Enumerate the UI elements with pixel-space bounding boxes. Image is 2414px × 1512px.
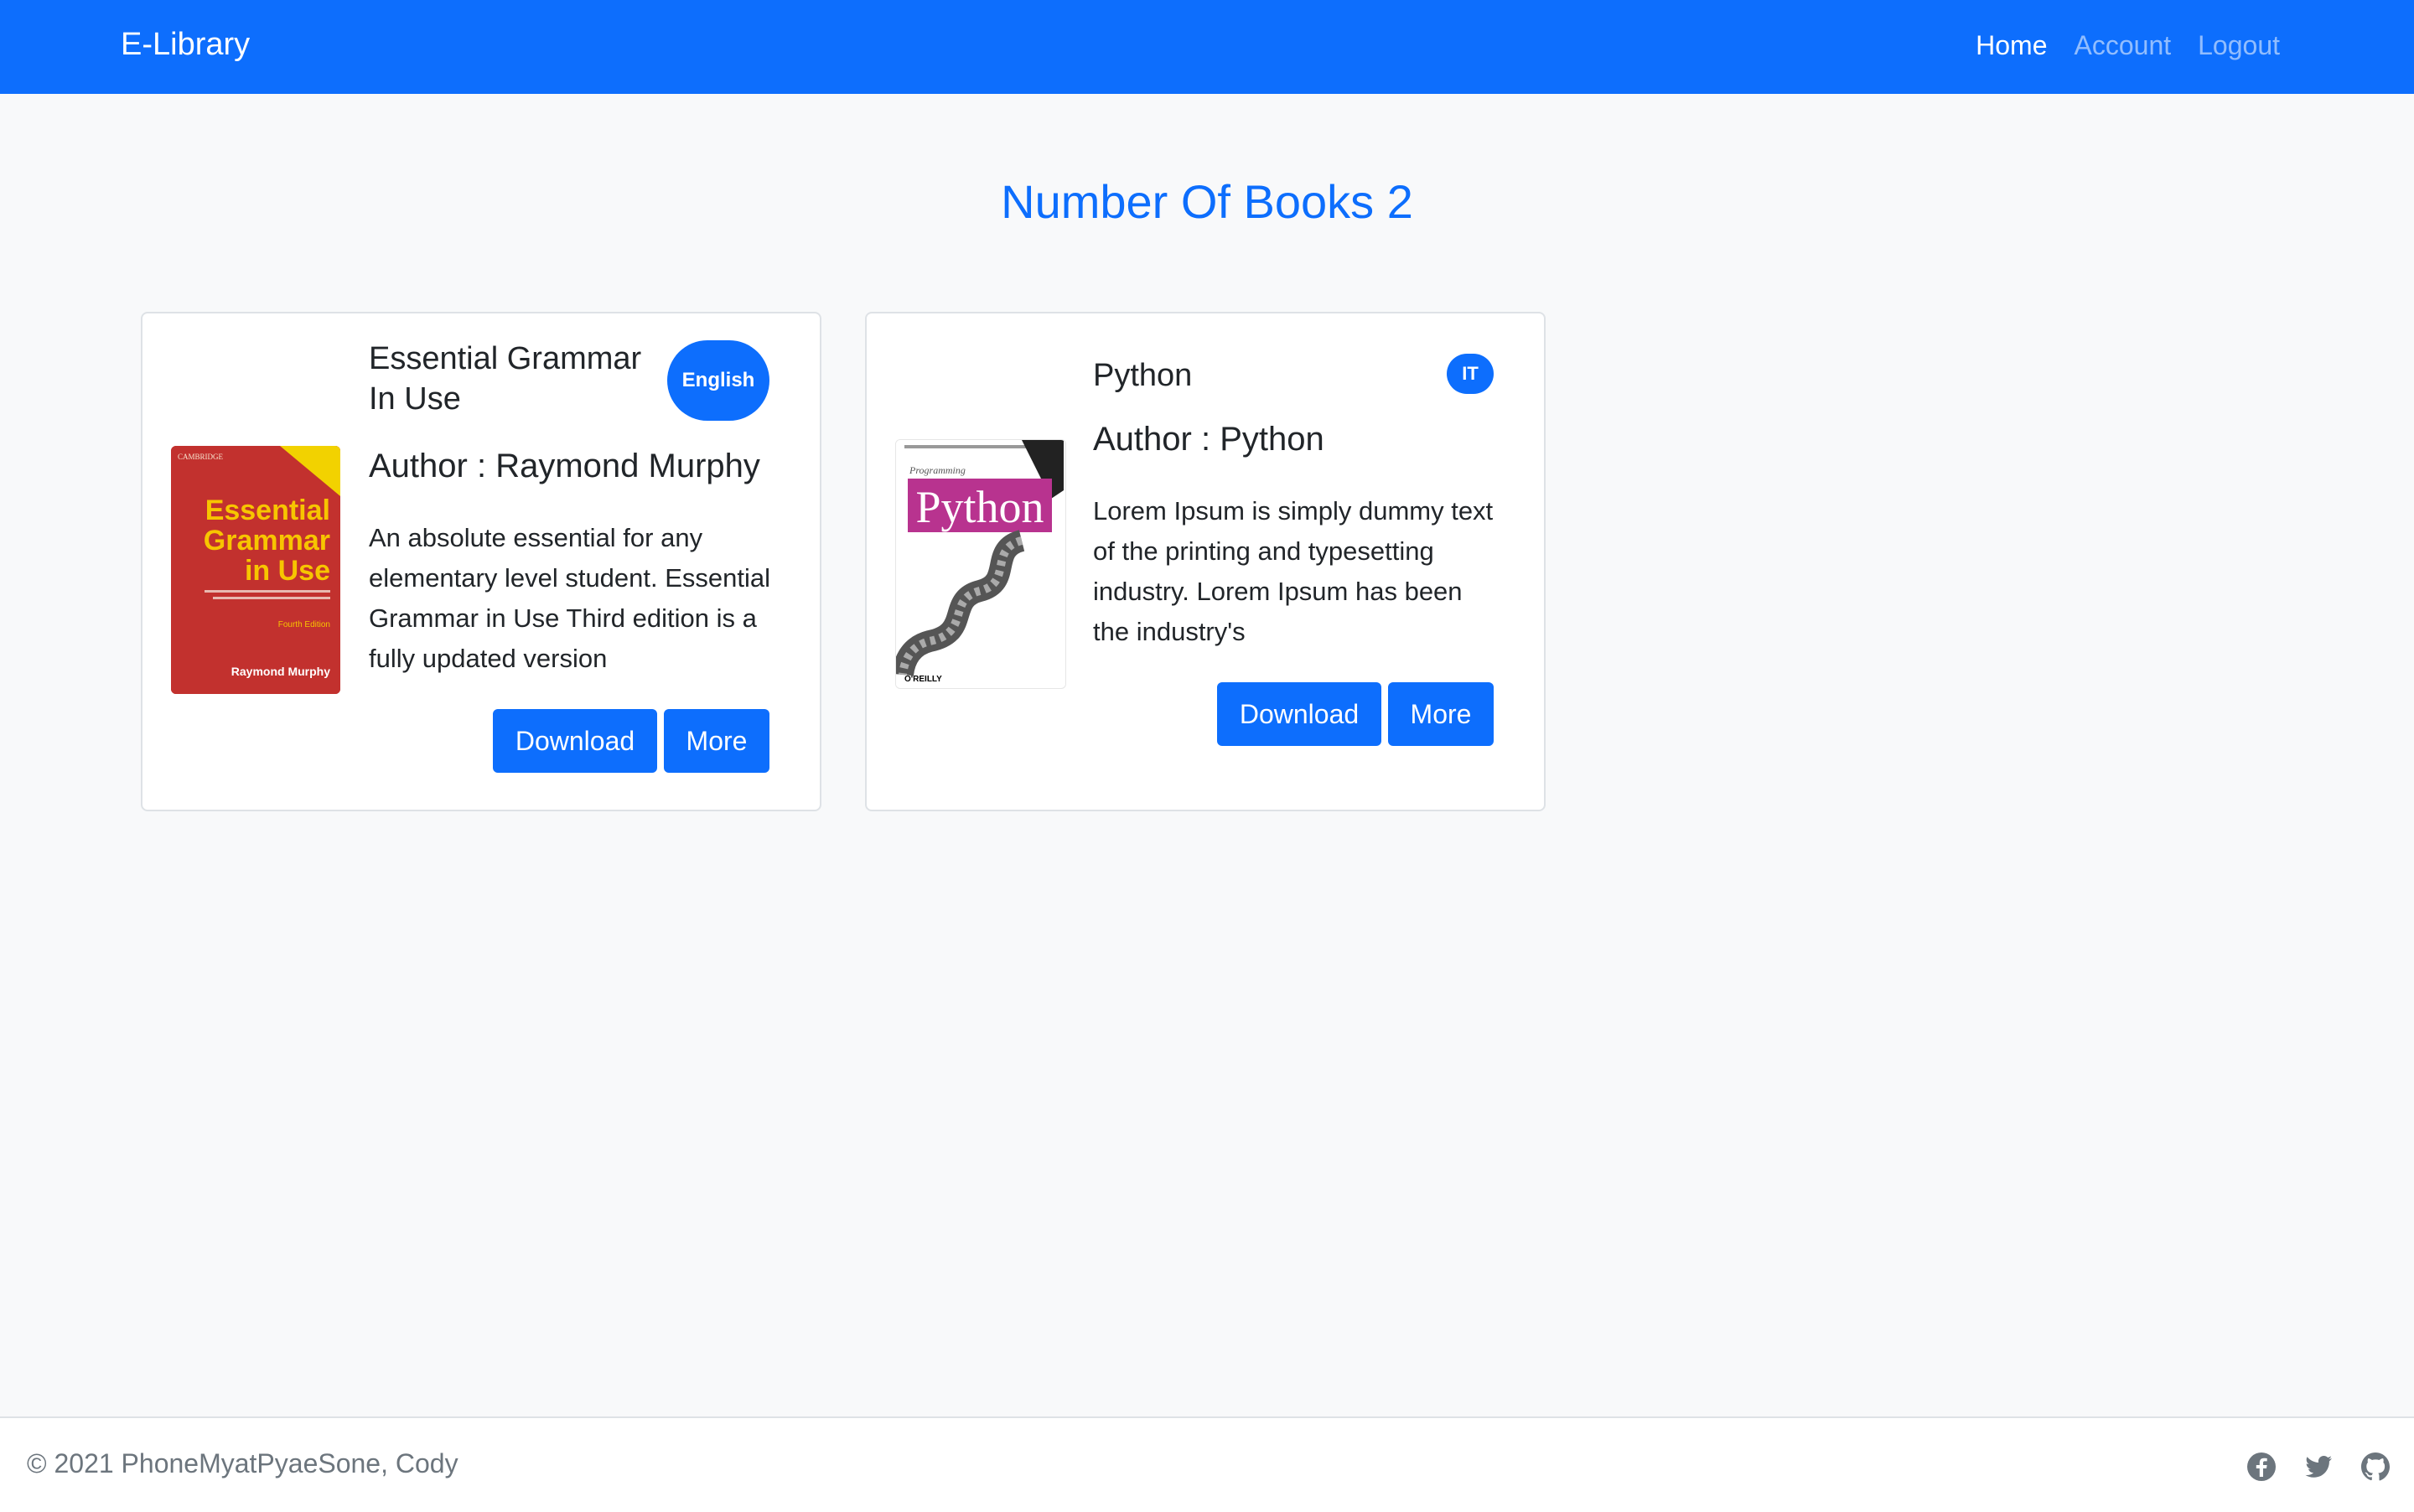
more-button[interactable]: More [664, 709, 769, 773]
category-badge: English [667, 340, 769, 421]
nav-account[interactable]: Account [2075, 30, 2172, 61]
footer: © 2021 PhoneMyatPyaeSone, Cody [0, 1416, 2414, 1512]
book-author: Author : Raymond Murphy [369, 448, 760, 484]
brand-logo[interactable]: E-Library [121, 27, 250, 63]
download-button[interactable]: Download [1217, 682, 1381, 746]
nav-logout[interactable]: Logout [2198, 30, 2280, 61]
github-icon[interactable] [2360, 1452, 2391, 1482]
more-button[interactable]: More [1388, 682, 1494, 746]
cover-publisher: CAMBRIDGE [178, 453, 224, 461]
cover-edition: Fourth Edition [278, 620, 330, 629]
book-description: An absolute essential for any elementary… [369, 523, 771, 673]
cover-publisher: O'REILLY [904, 675, 942, 684]
book-description: Lorem Ipsum is simply dummy text of the … [1093, 496, 1494, 646]
book-card: Programming Python O'REILLY Python IT Au… [865, 312, 1546, 811]
cover-title-line1: Essential [205, 495, 330, 526]
cover-title-line3: in Use [245, 555, 330, 587]
facebook-icon[interactable] [2246, 1452, 2277, 1482]
book-title: Python [1093, 358, 1193, 393]
navbar: E-Library Home Account Logout [0, 0, 2414, 94]
cover-title-line2: Grammar [204, 525, 330, 557]
download-button[interactable]: Download [493, 709, 657, 773]
python-cover-art: Programming Python O'REILLY [896, 440, 1064, 686]
copyright-text: © 2021 PhoneMyatPyaeSone, Cody [27, 1448, 458, 1478]
nav-home[interactable]: Home [1976, 30, 2047, 61]
essential-grammar-cover-art: CAMBRIDGE Essential Grammar in Use Fourt… [171, 446, 340, 694]
book-author: Author : Python [1093, 421, 1324, 458]
category-badge: IT [1447, 354, 1494, 394]
cover-small-text: Programming [909, 464, 966, 476]
twitter-icon[interactable] [2303, 1452, 2334, 1482]
book-cover-image: Programming Python O'REILLY [895, 439, 1066, 689]
cover-title: Python [915, 482, 1044, 532]
book-card: CAMBRIDGE Essential Grammar in Use Fourt… [141, 312, 821, 811]
book-title: Essential Grammar In Use [369, 341, 642, 417]
social-links [2246, 1452, 2391, 1482]
book-cover-image: CAMBRIDGE Essential Grammar in Use Fourt… [171, 446, 340, 694]
page-title: Number Of Books 2 [1001, 175, 1413, 228]
cover-author: Raymond Murphy [231, 665, 330, 678]
nav-links: Home Account Logout [1976, 30, 2280, 61]
